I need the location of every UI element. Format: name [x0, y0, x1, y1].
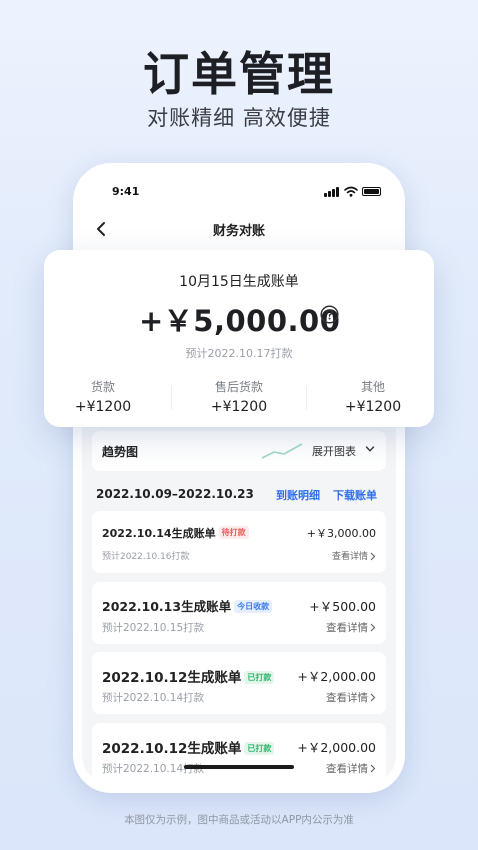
bill-title: 2022.10.12生成账单 已打款 — [102, 666, 275, 686]
nav-title: 财务对账 — [212, 224, 265, 239]
breakdown-goods: 货款 +¥1200 — [48, 378, 158, 415]
bill-amount: +￥2,000.00 — [297, 669, 376, 684]
breakdown-label: 其他 — [360, 380, 385, 394]
breakdown-after-sales: 售后货款 +¥1200 — [184, 378, 294, 415]
divider — [171, 386, 172, 410]
download-bill-link[interactable]: 下载账单 — [333, 487, 377, 503]
bill-title: 2022.10.14生成账单 待打款 — [102, 525, 249, 541]
signal-icon — [324, 186, 340, 197]
view-details-link[interactable]: 查看详情 — [326, 620, 368, 635]
chevron-down-icon — [365, 446, 375, 452]
bill-title-text: 2022.10.12生成账单 — [102, 741, 242, 757]
bill-amount: +￥3,000.00 — [306, 527, 376, 540]
status-badge: 今日收款 — [234, 600, 273, 613]
summary-amount: +￥5,000.00 — [139, 304, 341, 338]
help-icon[interactable] — [320, 305, 339, 324]
trend-chart-row[interactable]: 趋势图 展开图表 — [92, 431, 386, 471]
breakdown-label: 货款 — [90, 380, 115, 394]
status-icons — [324, 186, 384, 198]
chevron-right-icon — [370, 623, 376, 632]
bill-title-text: 2022.10.12生成账单 — [102, 670, 242, 686]
breakdown-other: 其他 +¥1200 — [318, 378, 428, 415]
bill-title-text: 2022.10.13生成账单 — [102, 599, 232, 614]
view-details-link[interactable]: 查看详情 — [326, 690, 368, 705]
trend-sparkline-icon — [261, 443, 303, 459]
view-details-link[interactable]: 查看详情 — [332, 549, 368, 562]
status-badge: 已打款 — [244, 742, 275, 755]
expand-chart-button[interactable]: 展开图表 — [312, 443, 356, 459]
screen-header: 9:41 财务对账 — [82, 173, 396, 251]
chevron-right-icon — [370, 552, 376, 561]
bill-title: 2022.10.12生成账单 已打款 — [102, 737, 275, 757]
breakdown-label: 售后货款 — [214, 380, 263, 394]
breakdown-value: +¥1200 — [344, 399, 402, 415]
hero-subtitle: 对账精细 高效便捷 — [147, 106, 331, 130]
period-range: 2022.10.09–2022.10.23 — [96, 487, 254, 501]
breakdown-value: +¥1200 — [210, 399, 268, 415]
trend-label: 趋势图 — [102, 445, 139, 459]
bill-card[interactable]: 2022.10.14生成账单 待打款 +￥3,000.00 预计2022.10.1… — [92, 511, 386, 573]
breakdown-value: +¥1200 — [74, 399, 132, 415]
bill-expected-payout: 预计2022.10.16打款 — [102, 552, 190, 562]
disclaimer-footnote: 本图仅为示例，图中商品或活动以APP内公示为准 — [124, 814, 354, 826]
bill-title: 2022.10.13生成账单 今日收款 — [102, 596, 273, 615]
status-badge: 待打款 — [218, 526, 249, 539]
account-detail-link[interactable]: 到账明细 — [276, 487, 320, 503]
status-time: 9:41 — [112, 185, 140, 198]
view-details-link[interactable]: 查看详情 — [326, 761, 368, 776]
status-badge: 已打款 — [244, 671, 275, 684]
bill-title-text: 2022.10.14生成账单 — [102, 527, 216, 540]
chevron-right-icon — [370, 764, 376, 773]
bill-amount: +￥500.00 — [309, 599, 376, 614]
summary-payout-note: 预计2022.10.17打款 — [185, 347, 293, 360]
bill-card[interactable]: 2022.10.12生成账单 已打款 +￥2,000.00 预计2022.10.1… — [92, 723, 386, 785]
battery-icon — [362, 187, 381, 196]
summary-date: 10月15日生成账单 — [179, 274, 299, 290]
bill-expected-payout: 预计2022.10.15打款 — [102, 622, 205, 634]
bill-card[interactable]: 2022.10.12生成账单 已打款 +￥2,000.00 预计2022.10.1… — [92, 652, 386, 714]
home-indicator — [184, 765, 294, 769]
bill-card[interactable]: 2022.10.13生成账单 今日收款 +￥500.00 预计2022.10.15… — [92, 582, 386, 644]
wifi-icon — [344, 186, 358, 197]
hero-title: 订单管理 — [143, 47, 335, 101]
bill-summary-card: 10月15日生成账单 +￥5,000.00 预计2022.10.17打款 货款 … — [44, 250, 434, 427]
bill-expected-payout: 预计2022.10.14打款 — [102, 692, 205, 704]
divider — [306, 386, 307, 410]
bill-amount: +￥2,000.00 — [297, 740, 376, 755]
chevron-right-icon — [370, 693, 376, 702]
